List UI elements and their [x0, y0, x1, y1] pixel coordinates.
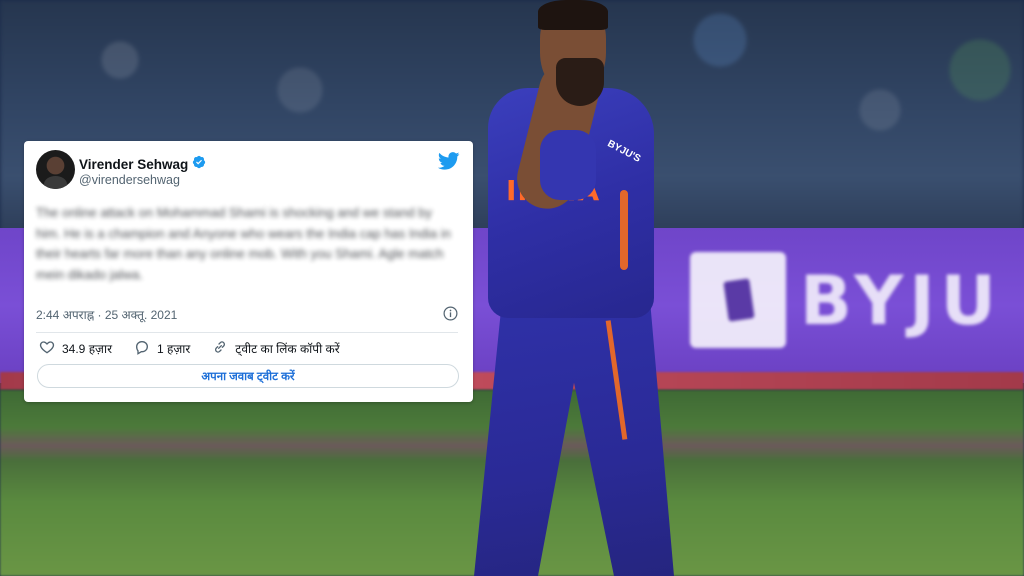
- reply-tweet-button[interactable]: अपना जवाब ट्वीट करें: [37, 364, 459, 388]
- info-icon[interactable]: [443, 306, 458, 321]
- author-handle[interactable]: @virendersehwag: [79, 173, 180, 187]
- author-name-row: Virender Sehwag: [79, 155, 206, 174]
- tweet-card: Virender Sehwag @virendersehwag The onli…: [24, 141, 473, 402]
- player-sleeve: [540, 130, 596, 200]
- comment-bubble-icon: [134, 339, 150, 358]
- tweet-text: The online attack on Mohammad Shami is s…: [36, 205, 451, 282]
- reply-count-button[interactable]: 1 हज़ार: [134, 339, 190, 358]
- author-display-name[interactable]: Virender Sehwag: [79, 157, 188, 172]
- jersey-stripe: [620, 190, 628, 270]
- tweet-actions: 34.9 हज़ार 1 हज़ार ट्वीट का लिंक कॉपी कर…: [39, 339, 362, 357]
- player-trousers: [474, 300, 674, 576]
- reply-count: 1 हज़ार: [156, 341, 191, 356]
- copy-link-button[interactable]: ट्वीट का लिंक कॉपी करें: [212, 339, 340, 358]
- twitter-bird-icon[interactable]: [437, 152, 460, 170]
- player-figure: INDIA BYJU'S: [470, 0, 700, 576]
- byjus-logo-mark: [690, 252, 786, 348]
- byjus-board-text: BYJU: [800, 262, 1002, 341]
- avatar[interactable]: [36, 150, 75, 189]
- heart-icon: [39, 339, 55, 358]
- verified-badge-icon: [192, 155, 206, 174]
- divider: [36, 332, 458, 333]
- tweet-meta: 2:44 अपराह्न · 25 अक्तू. 2021: [36, 306, 458, 324]
- copy-link-label: ट्वीट का लिंक कॉपी करें: [235, 341, 340, 356]
- player-beard: [556, 58, 604, 106]
- like-button[interactable]: 34.9 हज़ार: [39, 339, 112, 358]
- like-count: 34.9 हज़ार: [62, 341, 112, 356]
- link-icon: [212, 339, 228, 358]
- player-hair: [538, 0, 608, 30]
- tweet-timestamp[interactable]: 2:44 अपराह्न · 25 अक्तू. 2021: [36, 308, 177, 322]
